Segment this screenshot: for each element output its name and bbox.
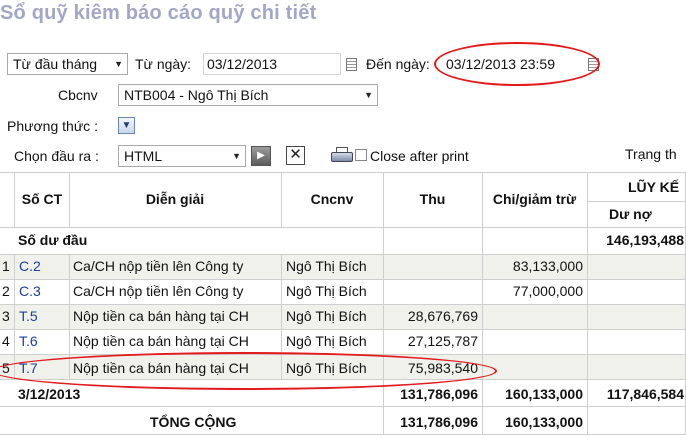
method-label: Phương thức : (7, 118, 98, 134)
chevron-down-icon: ▼ (121, 120, 132, 131)
voucher-link[interactable]: T.5 (19, 305, 69, 327)
chi-cell: 77,000,000 (512, 283, 583, 299)
calendar-icon[interactable] (346, 58, 357, 71)
go-button[interactable]: ▶ (251, 146, 271, 166)
close-after-print-label: Close after print (370, 148, 469, 164)
description-cell: Nộp tiền ca bán hàng tại CH (73, 308, 249, 324)
output-label: Chọn đầu ra : (14, 148, 99, 164)
header-chi: Chi/giảm trừ (492, 191, 577, 207)
from-date-label: Từ ngày: (135, 56, 192, 72)
row-index: 2 (2, 283, 10, 299)
output-select[interactable]: HTML ▼ (118, 145, 246, 167)
opening-balance-label: Số dư đầu (18, 232, 88, 248)
chevron-down-icon: ▼ (364, 90, 373, 100)
total-thu: 131,786,096 (400, 414, 478, 430)
to-date-label: Đến ngày: (366, 56, 430, 72)
header-dien-giai: Diễn giải (145, 191, 205, 207)
total-label: TỔNG CỘNG (150, 414, 237, 430)
voucher-link[interactable]: T.6 (19, 330, 69, 352)
subtotal-chi: 160,133,000 (505, 386, 583, 402)
close-after-print-checkbox[interactable] (355, 149, 367, 161)
opening-balance-value: 146,193,488 (606, 232, 684, 248)
page-title: Sổ quỹ kiêm báo cáo quỹ chi tiết (0, 2, 317, 24)
employee-select[interactable]: NTB004 - Ngô Thị Bích ▼ (118, 84, 378, 106)
row-index: 1 (2, 258, 10, 274)
from-date-input[interactable]: 03/12/2013 (203, 53, 341, 75)
header-so-ct: Số CT (21, 191, 63, 207)
row-index: 3 (2, 308, 10, 324)
method-dropdown-button[interactable]: ▼ (118, 117, 135, 134)
highlight-ellipse (0, 352, 497, 390)
header-luy-ke: LŨY KẾ (628, 179, 680, 195)
chevron-down-icon: ▼ (114, 59, 123, 69)
description-cell: Nộp tiền ca bán hàng tại CH (73, 333, 249, 349)
employee-cell: Ngô Thị Bích (286, 258, 367, 274)
period-select[interactable]: Từ đầu tháng ▼ (7, 53, 128, 75)
chevron-down-icon: ▼ (232, 151, 241, 161)
period-select-value: Từ đầu tháng (13, 56, 98, 72)
subtotal-thu: 131,786,096 (400, 386, 478, 402)
close-icon: ✕ (289, 146, 302, 163)
thu-cell: 27,125,787 (407, 333, 478, 349)
row-index: 4 (2, 333, 10, 349)
header-du-no: Dư nợ (609, 206, 652, 222)
employee-cell: Ngô Thị Bích (286, 283, 367, 299)
report-table: Số CT Diễn giải Cncnv Thu Chi/giảm trừ L… (0, 172, 686, 440)
header-cncnv: Cncnv (310, 191, 354, 207)
employee-cell: Ngô Thị Bích (286, 333, 367, 349)
printer-icon[interactable] (331, 147, 353, 165)
employee-cell: Ngô Thị Bích (286, 308, 367, 324)
description-cell: Ca/CH nộp tiền lên Công ty (73, 283, 244, 299)
voucher-link[interactable]: C.3 (19, 280, 69, 302)
status-label: Trạng th (625, 146, 677, 162)
highlight-ellipse (434, 42, 600, 86)
chi-cell: 83,133,000 (512, 258, 583, 274)
clear-button[interactable]: ✕ (286, 146, 305, 165)
voucher-link[interactable]: C.2 (19, 255, 69, 277)
play-icon: ▶ (257, 150, 265, 161)
description-cell: Ca/CH nộp tiền lên Công ty (73, 258, 244, 274)
header-thu: Thu (419, 191, 446, 207)
thu-cell: 28,676,769 (407, 308, 478, 324)
output-select-value: HTML (124, 148, 163, 164)
employee-select-value: NTB004 - Ngô Thị Bích (124, 87, 269, 103)
subtotal-du-no: 117,846,584 (606, 386, 684, 402)
employee-label: Cbcnv (58, 87, 98, 103)
total-chi: 160,133,000 (505, 414, 583, 430)
